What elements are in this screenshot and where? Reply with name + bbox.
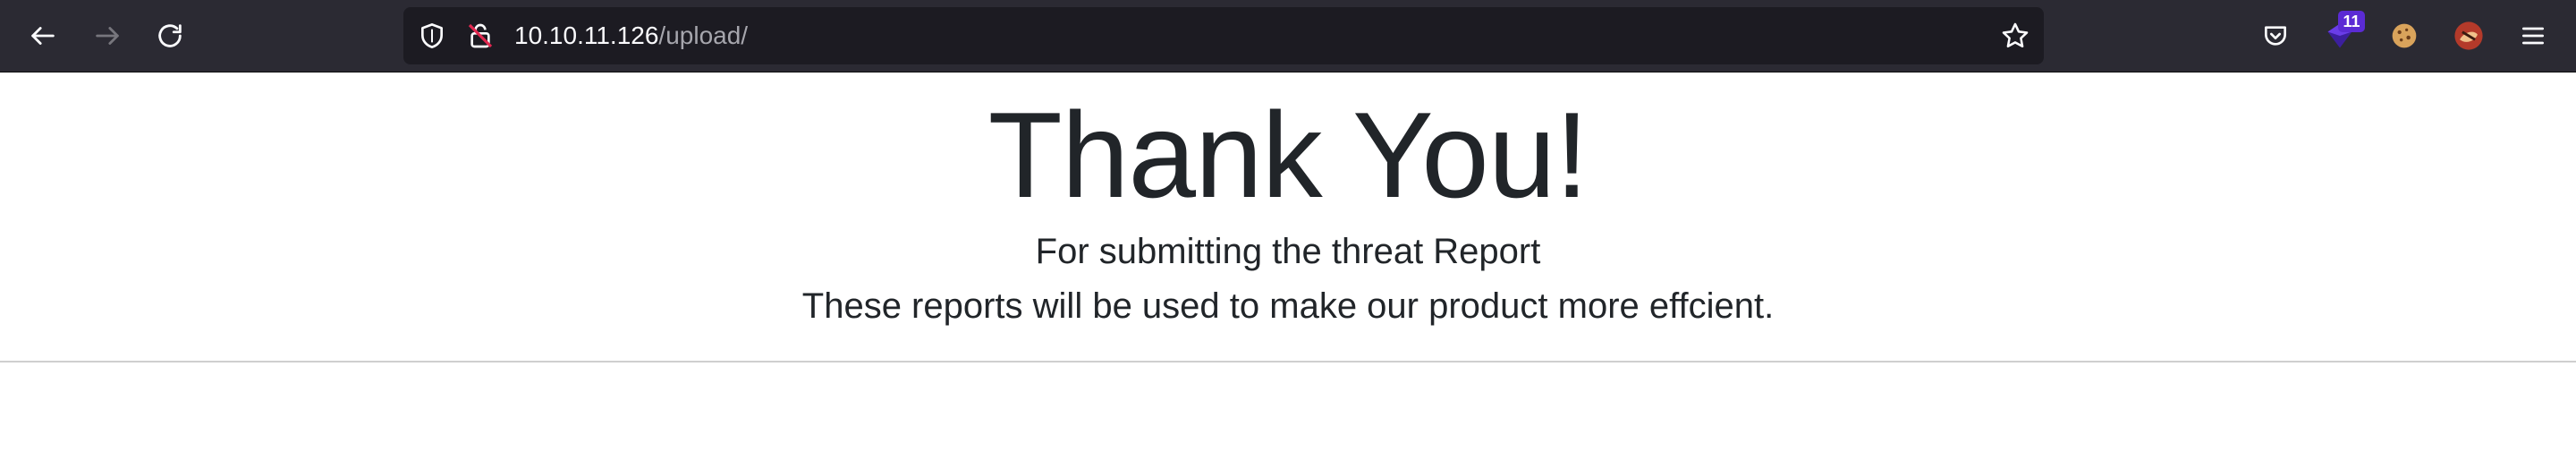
horizontal-rule — [0, 361, 2576, 362]
reload-icon — [158, 24, 182, 47]
back-arrow-icon — [31, 27, 55, 45]
extension-badge: 11 — [2338, 11, 2365, 32]
insecure-lock-icon[interactable] — [464, 20, 496, 52]
back-button[interactable] — [16, 9, 70, 63]
shield-icon[interactable] — [416, 20, 448, 52]
thank-you-heading: Thank You! — [987, 87, 1589, 223]
submission-subheading: For submitting the threat Report — [1035, 232, 1541, 271]
forward-arrow-icon — [96, 27, 119, 45]
forward-button[interactable] — [80, 9, 134, 63]
pocket-icon[interactable] — [2256, 16, 2295, 55]
browser-toolbar: 10.10.11.126/upload/ 11 — [0, 0, 2576, 72]
url-bar[interactable]: 10.10.11.126/upload/ — [403, 7, 2044, 64]
url-path: /upload/ — [658, 21, 749, 49]
avatar-icon[interactable] — [2449, 16, 2488, 55]
page-content: Thank You! For submitting the threat Rep… — [0, 72, 2576, 452]
cookie-icon[interactable] — [2385, 16, 2424, 55]
usage-message: These reports will be used to make our p… — [801, 286, 1775, 326]
url-host: 10.10.11.126 — [514, 21, 659, 49]
menu-icon[interactable] — [2513, 16, 2553, 55]
reload-button[interactable] — [143, 9, 197, 63]
star-icon[interactable] — [1999, 20, 2031, 52]
url-text[interactable]: 10.10.11.126/upload/ — [514, 7, 748, 64]
